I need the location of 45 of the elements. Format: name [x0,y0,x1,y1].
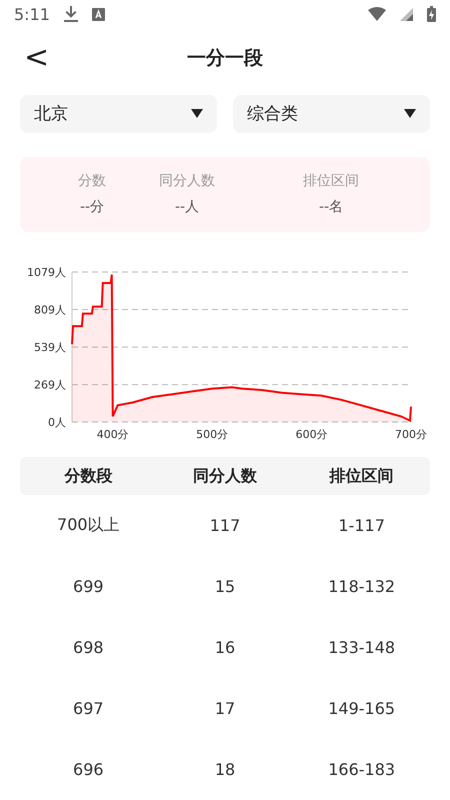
column-header: 同分人数 [192,466,258,486]
dropdown-caret-icon [404,109,416,118]
page-title: 一分一段 [187,46,263,71]
y-axis-label: 0人 [48,416,66,429]
table-cell-text: 700以上 [56,515,121,536]
y-axis-label: 539人 [34,341,66,354]
x-axis-label: 500分 [196,428,228,441]
x-axis-label: 700分 [395,428,427,441]
table-cell-text: 18 [214,760,236,779]
table-cell-text: 15 [214,577,236,596]
y-axis-label: 1079人 [27,266,66,279]
table-cell-text: 149-165 [327,699,396,718]
column-header: 分数段 [63,466,114,486]
download-icon [64,6,78,22]
table-cell-text: 699 [72,577,105,596]
table-cell-text: 17 [214,699,236,718]
column-header: 排位区间 [328,466,395,486]
stat-value: --分 [80,198,104,216]
table-cell-text: 117 [208,516,242,535]
y-axis-label: 809人 [34,304,66,317]
table-cell-text: 118-132 [327,577,396,596]
table-cell-text: 697 [72,699,105,718]
x-axis-label: 600分 [296,428,328,441]
dropdown[interactable]: 北京 [20,94,217,133]
back-button[interactable]: < [18,42,56,73]
table-cell-text: 16 [214,638,236,657]
dropdown[interactable]: 综合类 [233,94,430,133]
signal-icon [400,8,413,21]
stat-value: --名 [318,198,344,216]
dropdown-caret-icon [191,109,203,118]
stat-value: --人 [174,198,200,216]
y-axis-label: 269人 [34,378,66,392]
status-time: 5:11 [14,4,50,24]
table-cell-text: 698 [72,638,105,657]
table-cell-text: 696 [72,760,105,779]
table-cell-text: 133-148 [327,638,396,657]
table-cell-text: 166-183 [327,760,396,779]
wifi-icon [368,7,386,22]
stat-label: 同分人数 [159,172,215,190]
stat-label: 排位区间 [303,172,359,190]
keyboard-badge-icon [92,8,105,21]
x-axis-label: 400分 [96,428,129,441]
stat-label: 分数 [78,172,106,190]
table-cell-text: 1-117 [337,516,386,535]
battery-icon [427,6,436,22]
